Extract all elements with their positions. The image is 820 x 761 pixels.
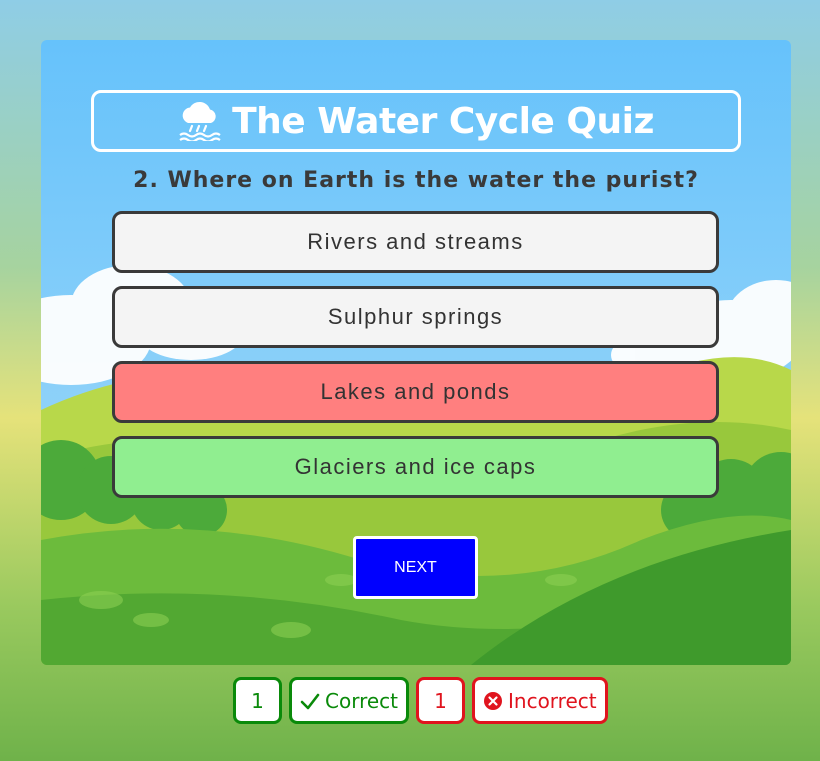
answer-button-4[interactable]: Glaciers and ice caps xyxy=(112,436,719,498)
answer-button-3[interactable]: Lakes and ponds xyxy=(112,361,719,423)
question-text: 2. Where on Earth is the water the puris… xyxy=(133,168,699,193)
score-bar: 1 Correct 1 Incorrect xyxy=(233,677,608,724)
next-button[interactable]: NEXT xyxy=(353,536,478,599)
incorrect-label-badge: Incorrect xyxy=(472,677,608,724)
quiz-card: The Water Cycle Quiz 2. Where on Earth i… xyxy=(41,40,791,665)
answer-button-2[interactable]: Sulphur springs xyxy=(112,286,719,348)
cloud-rain-icon xyxy=(179,101,221,141)
answer-button-1[interactable]: Rivers and streams xyxy=(112,211,719,273)
quiz-title-box: The Water Cycle Quiz xyxy=(91,90,741,152)
correct-count: 1 xyxy=(233,677,282,724)
checkmark-icon xyxy=(300,693,320,709)
quiz-title: The Water Cycle Quiz xyxy=(232,100,654,142)
x-circle-icon xyxy=(484,691,502,710)
incorrect-label: Incorrect xyxy=(508,688,597,713)
incorrect-count: 1 xyxy=(416,677,465,724)
correct-label-badge: Correct xyxy=(289,677,409,724)
correct-label: Correct xyxy=(325,688,398,713)
